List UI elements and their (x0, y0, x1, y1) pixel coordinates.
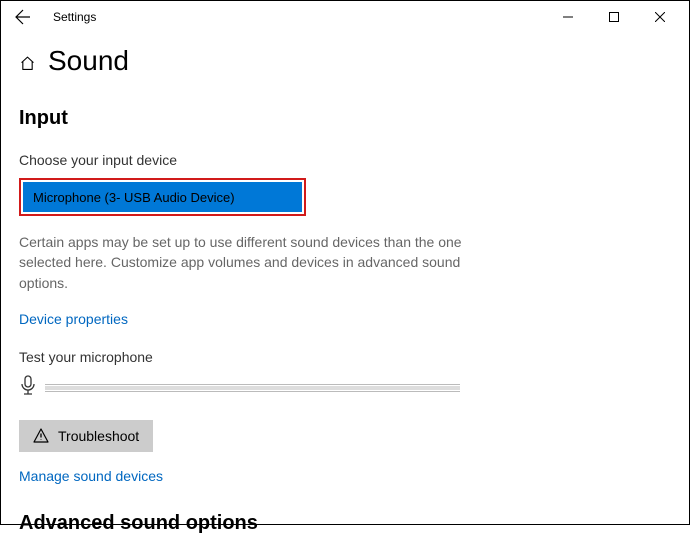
page-heading: Sound (19, 45, 671, 77)
minimize-button[interactable] (545, 1, 591, 33)
manage-sound-devices-link[interactable]: Manage sound devices (19, 468, 163, 484)
warning-icon (33, 428, 49, 443)
microphone-icon (19, 375, 37, 402)
back-button[interactable] (7, 1, 39, 33)
window-title: Settings (53, 10, 96, 24)
titlebar: Settings (1, 1, 689, 33)
choose-device-label: Choose your input device (19, 152, 671, 168)
page-title: Sound (48, 45, 129, 77)
arrow-left-icon (15, 9, 31, 25)
mic-level-meter (45, 386, 460, 390)
home-icon[interactable] (19, 55, 36, 72)
content-area: Sound Input Choose your input device Mic… (1, 33, 689, 535)
close-icon (655, 12, 665, 22)
maximize-button[interactable] (591, 1, 637, 33)
test-mic-label: Test your microphone (19, 349, 671, 365)
maximize-icon (609, 12, 619, 22)
minimize-icon (563, 12, 573, 22)
troubleshoot-button[interactable]: Troubleshoot (19, 420, 153, 452)
dropdown-highlight: Microphone (3- USB Audio Device) (19, 178, 306, 216)
troubleshoot-label: Troubleshoot (58, 428, 139, 444)
input-device-dropdown[interactable]: Microphone (3- USB Audio Device) (23, 182, 302, 212)
input-help-text: Certain apps may be set up to use differ… (19, 232, 489, 293)
device-properties-link[interactable]: Device properties (19, 311, 128, 327)
window-controls (545, 1, 683, 33)
section-heading-advanced: Advanced sound options (19, 512, 671, 535)
test-mic-row (19, 375, 671, 402)
dropdown-selected-value: Microphone (3- USB Audio Device) (33, 190, 235, 205)
close-button[interactable] (637, 1, 683, 33)
section-heading-input: Input (19, 107, 671, 130)
